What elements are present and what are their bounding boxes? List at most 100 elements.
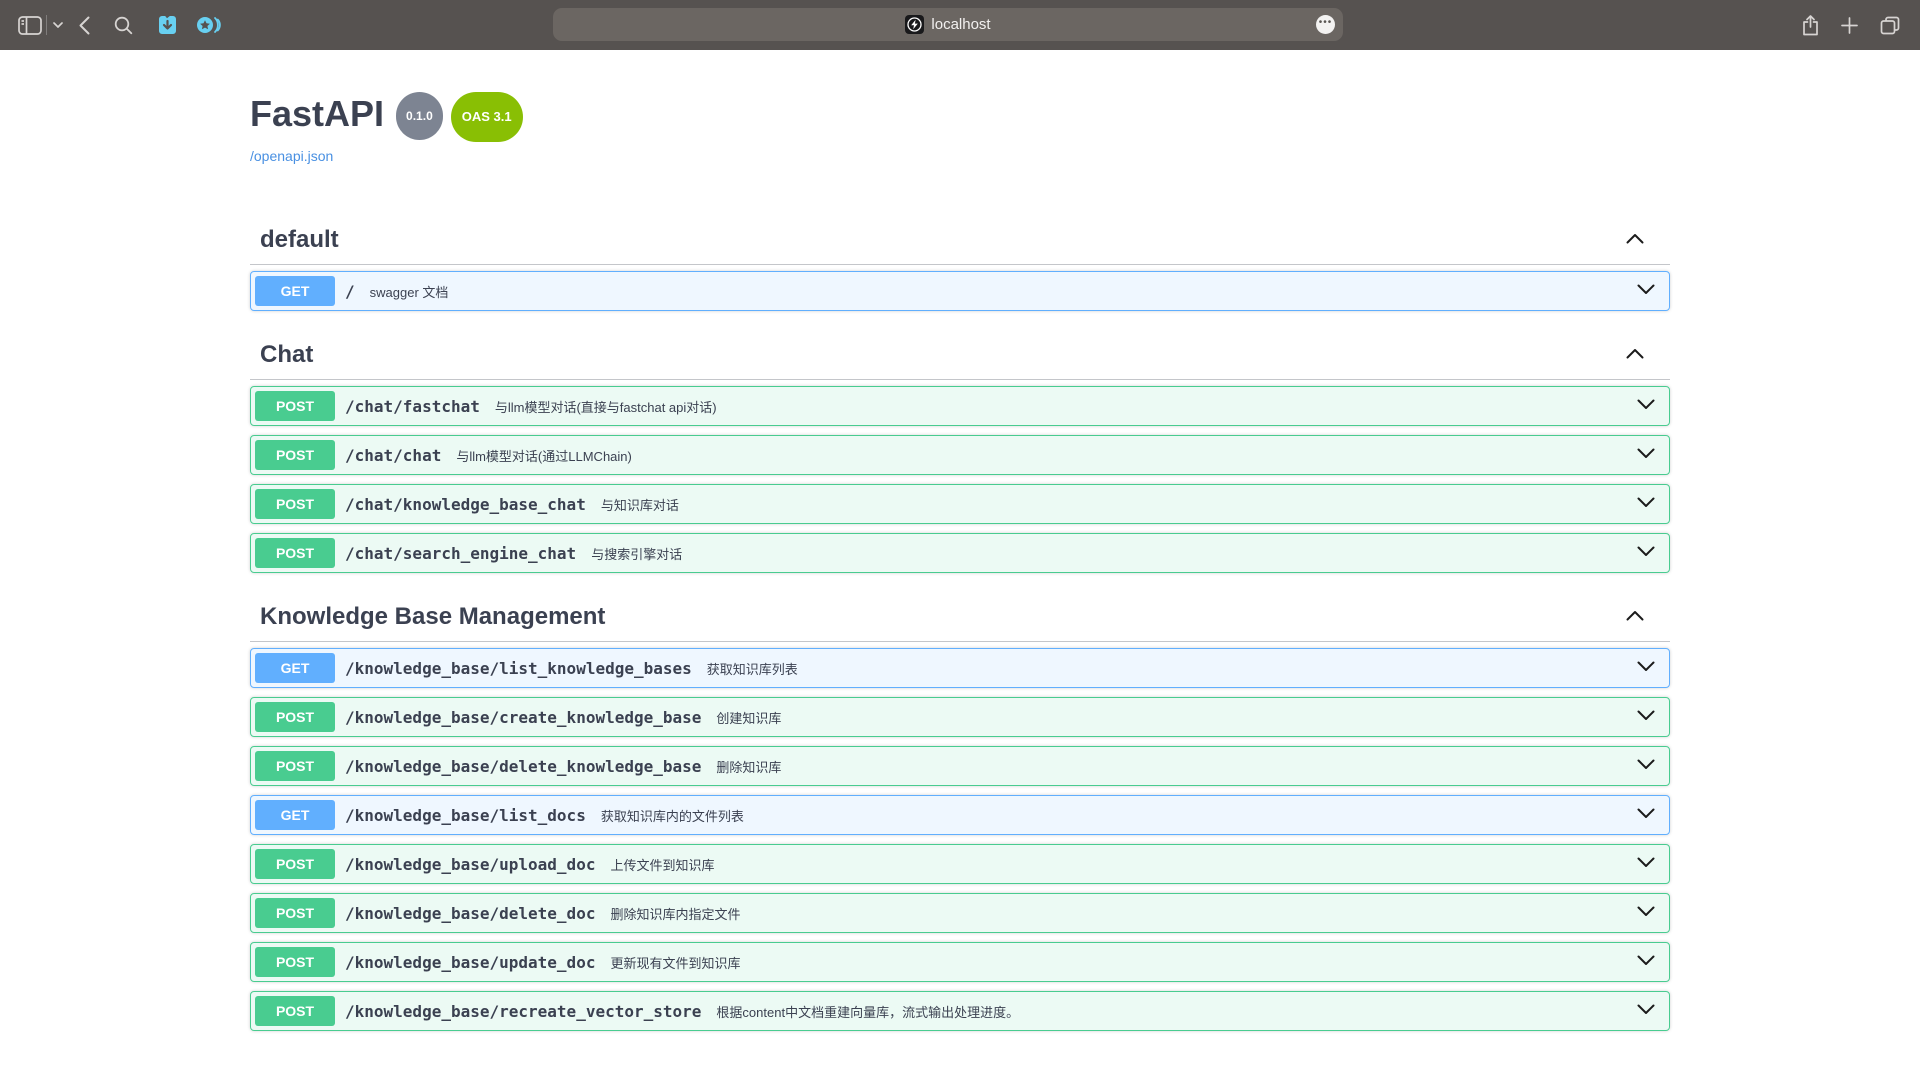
method-badge: POST [255, 996, 335, 1026]
pinned-tab-bookmark[interactable] [155, 0, 179, 50]
chevron-down-icon[interactable] [1637, 708, 1655, 726]
endpoint-description: 删除知识库 [716, 757, 781, 776]
chevron-down-icon[interactable] [1637, 757, 1655, 775]
section-header[interactable]: Knowledge Base Management [250, 593, 1670, 642]
endpoint-description: 获取知识库内的文件列表 [601, 806, 744, 825]
share-icon [1802, 15, 1819, 36]
endpoint-row[interactable]: GET /knowledge_base/list_knowledge_bases… [250, 648, 1670, 688]
endpoint-path: /chat/chat [345, 446, 441, 465]
chevron-down-icon[interactable] [1637, 1002, 1655, 1020]
endpoint-row[interactable]: POST /chat/knowledge_base_chat 与知识库对话 [250, 484, 1670, 524]
section-operations: POST /chat/fastchat 与llm模型对话(直接与fastchat… [250, 386, 1670, 573]
page-settings-button[interactable]: ••• [1316, 15, 1335, 34]
chevron-down-icon[interactable] [1637, 806, 1655, 824]
endpoint-path: / [345, 282, 355, 301]
endpoint-path: /knowledge_base/delete_knowledge_base [345, 757, 701, 776]
chevron-down-icon[interactable] [1637, 446, 1655, 464]
endpoint-row[interactable]: POST /knowledge_base/delete_doc 删除知识库内指定… [250, 893, 1670, 933]
ellipsis-icon: ••• [1319, 18, 1333, 28]
endpoint-row[interactable]: POST /knowledge_base/recreate_vector_sto… [250, 991, 1670, 1031]
browser-toolbar: localhost ••• [0, 0, 1920, 50]
endpoint-description: 与知识库对话 [601, 495, 679, 514]
oas-badge: OAS 3.1 [451, 92, 523, 142]
endpoint-description: 上传文件到知识库 [610, 855, 714, 874]
method-badge: POST [255, 751, 335, 781]
endpoint-description: 更新现有文件到知识库 [610, 953, 740, 972]
url-bar[interactable]: localhost ••• [553, 8, 1343, 41]
endpoint-row[interactable]: POST /chat/search_engine_chat 与搜索引擎对话 [250, 533, 1670, 573]
method-badge: POST [255, 849, 335, 879]
endpoint-description: 创建知识库 [716, 708, 781, 727]
endpoint-description: 删除知识库内指定文件 [610, 904, 740, 923]
openapi-spec-link[interactable]: /openapi.json [250, 148, 333, 164]
method-badge: POST [255, 538, 335, 568]
endpoint-row[interactable]: POST /knowledge_base/upload_doc 上传文件到知识库 [250, 844, 1670, 884]
section-title: default [260, 226, 339, 254]
version-badge: 0.1.0 [396, 92, 443, 140]
chevron-up-icon[interactable] [1626, 608, 1644, 626]
endpoint-row[interactable]: POST /chat/fastchat 与llm模型对话(直接与fastchat… [250, 386, 1670, 426]
section-operations: GET / swagger 文档 [250, 271, 1670, 311]
api-sections: default GET / swagger 文档 Chat [250, 216, 1670, 1031]
api-section: Chat POST /chat/fastchat 与llm模型对话(直接与fas… [250, 331, 1670, 573]
endpoint-path: /chat/knowledge_base_chat [345, 495, 586, 514]
endpoint-row[interactable]: POST /knowledge_base/delete_knowledge_ba… [250, 746, 1670, 786]
back-button[interactable] [79, 0, 90, 50]
pinned-tab-bookmark-icon [155, 13, 179, 37]
method-badge: POST [255, 489, 335, 519]
toolbar-right-group [1802, 0, 1900, 50]
sidebar-dropdown-button[interactable] [53, 0, 63, 50]
pinned-tab-broadcast-icon [195, 13, 222, 37]
chevron-down-icon[interactable] [1637, 904, 1655, 922]
sidebar-toggle-icon [18, 16, 42, 35]
api-section: default GET / swagger 文档 [250, 216, 1670, 311]
api-section: Knowledge Base Management GET /knowledge… [250, 593, 1670, 1031]
url-text: localhost [931, 16, 990, 33]
endpoint-description: 获取知识库列表 [707, 659, 798, 678]
endpoint-path: /chat/fastchat [345, 397, 480, 416]
share-button[interactable] [1802, 0, 1819, 50]
fastapi-favicon-icon [905, 15, 924, 34]
swagger-ui-page: FastAPI 0.1.0 OAS 3.1 /openapi.json defa… [0, 50, 1920, 1080]
endpoint-row[interactable]: POST /knowledge_base/create_knowledge_ba… [250, 697, 1670, 737]
chevron-up-icon[interactable] [1626, 346, 1644, 364]
chevron-up-icon[interactable] [1626, 231, 1644, 249]
endpoint-description: 与llm模型对话(直接与fastchat api对话) [495, 397, 717, 416]
sidebar-toggle-button[interactable] [18, 0, 42, 50]
chevron-down-icon[interactable] [1637, 544, 1655, 562]
endpoint-path: /knowledge_base/list_knowledge_bases [345, 659, 692, 678]
pinned-tab-broadcast[interactable] [195, 0, 222, 50]
method-badge: POST [255, 947, 335, 977]
method-badge: GET [255, 276, 335, 306]
endpoint-path: /knowledge_base/create_knowledge_base [345, 708, 701, 727]
section-header[interactable]: default [250, 216, 1670, 265]
new-tab-button[interactable] [1841, 0, 1858, 50]
chevron-down-icon[interactable] [1637, 953, 1655, 971]
section-operations: GET /knowledge_base/list_knowledge_bases… [250, 648, 1670, 1031]
api-info: FastAPI 0.1.0 OAS 3.1 /openapi.json [250, 94, 1670, 166]
endpoint-row[interactable]: POST /knowledge_base/update_doc 更新现有文件到知… [250, 942, 1670, 982]
url-bar-content: localhost [905, 15, 990, 34]
section-header[interactable]: Chat [250, 331, 1670, 380]
chevron-down-icon [53, 22, 63, 28]
search-button[interactable] [114, 0, 133, 50]
toolbar-left-group [18, 0, 222, 50]
chevron-down-icon[interactable] [1637, 282, 1655, 300]
chevron-down-icon[interactable] [1637, 659, 1655, 677]
method-badge: POST [255, 440, 335, 470]
chevron-down-icon[interactable] [1637, 397, 1655, 415]
method-badge: POST [255, 702, 335, 732]
endpoint-description: swagger 文档 [370, 282, 449, 301]
method-badge: GET [255, 800, 335, 830]
endpoint-row[interactable]: POST /chat/chat 与llm模型对话(通过LLMChain) [250, 435, 1670, 475]
chevron-down-icon[interactable] [1637, 855, 1655, 873]
tab-overview-button[interactable] [1880, 0, 1900, 50]
method-badge: POST [255, 898, 335, 928]
chevron-down-icon[interactable] [1637, 495, 1655, 513]
method-badge: POST [255, 391, 335, 421]
endpoint-row[interactable]: GET / swagger 文档 [250, 271, 1670, 311]
new-tab-icon [1841, 17, 1858, 34]
api-title: FastAPI [250, 94, 384, 134]
endpoint-description: 根据content中文档重建向量库，流式输出处理进度。 [716, 1002, 1019, 1021]
endpoint-row[interactable]: GET /knowledge_base/list_docs 获取知识库内的文件列… [250, 795, 1670, 835]
